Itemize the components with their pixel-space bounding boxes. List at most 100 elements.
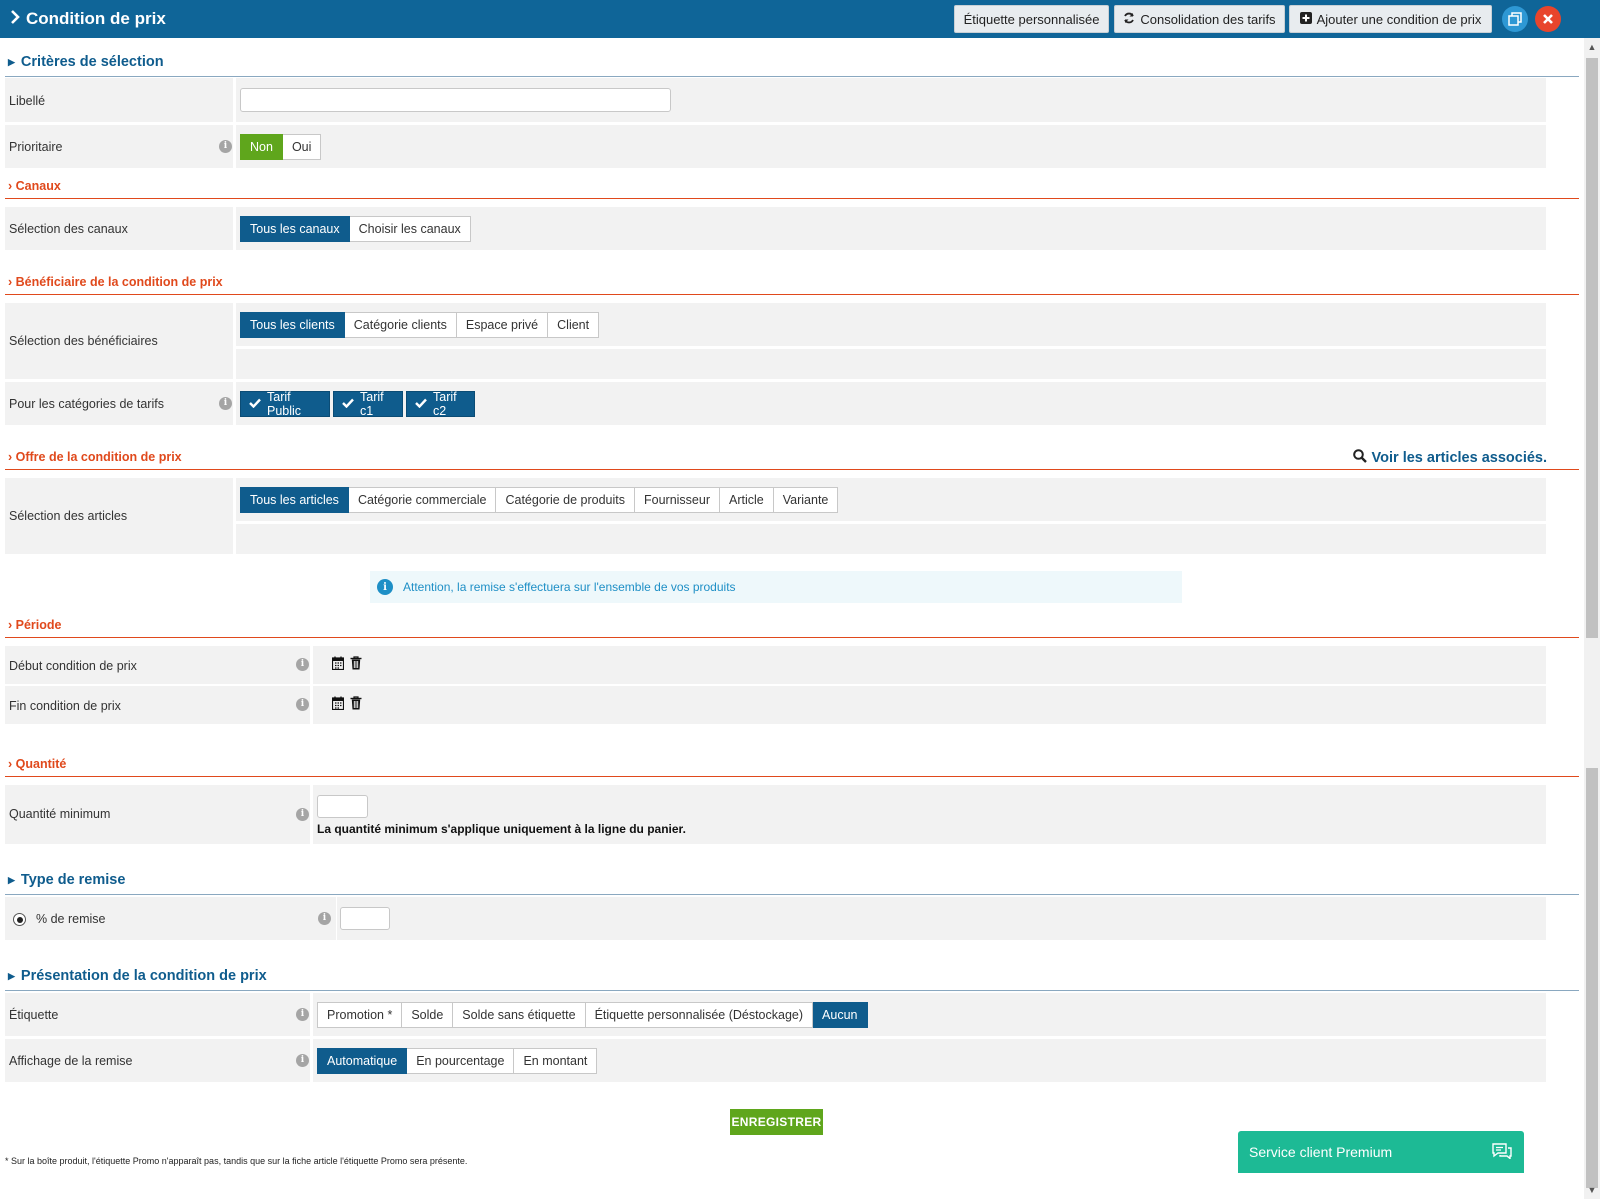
beneficiaire-heading: › Bénéficiaire de la condition de prix — [8, 275, 223, 289]
etiquette-option-solde-sans[interactable]: Solde sans étiquette — [453, 1002, 586, 1028]
remise-label-cell: % de remise — [5, 897, 336, 940]
remise-percent-input[interactable] — [340, 907, 390, 930]
trash-icon[interactable] — [350, 656, 362, 673]
tarif-c2-toggle[interactable]: Tarif c2 — [406, 390, 475, 418]
info-icon: i — [296, 1008, 309, 1021]
criteria-heading: ▶ Critères de sélection — [8, 54, 164, 70]
tarif-c1-toggle[interactable]: Tarif c1 — [333, 390, 403, 418]
scroll-down-icon[interactable]: ▼ — [1587, 1185, 1597, 1195]
beneficiaires-option-client[interactable]: Client — [548, 312, 600, 338]
add-condition-button[interactable]: Ajouter une condition de prix — [1289, 5, 1492, 33]
etiquette-option-promotion[interactable]: Promotion * — [317, 1002, 403, 1028]
divider — [5, 76, 1579, 77]
beneficiaires-label: Sélection des bénéficiaires — [9, 334, 158, 348]
affichage-option-amount[interactable]: En montant — [514, 1048, 598, 1074]
scrollbar[interactable]: ▲ ▼ — [1584, 38, 1600, 1199]
prioritaire-label: Prioritaire — [9, 140, 63, 154]
chat-widget[interactable]: Service client Premium — [1238, 1131, 1524, 1173]
beneficiaires-label-cell: Sélection des bénéficiaires — [5, 303, 233, 379]
window-icon[interactable] — [1502, 6, 1528, 32]
info-icon: i — [219, 397, 232, 410]
page-title: Condition de prix — [10, 9, 166, 29]
divider — [5, 776, 1579, 777]
articles-label-cell: Sélection des articles — [5, 478, 233, 554]
associated-articles-link[interactable]: Voir les articles associés. — [1352, 449, 1547, 467]
scrollbar-thumb-lower[interactable] — [1586, 768, 1598, 1188]
info-circle-icon: i — [377, 579, 393, 595]
canaux-heading: › Canaux — [8, 179, 61, 193]
divider — [5, 990, 1579, 991]
canaux-label-cell: Sélection des canaux — [5, 207, 233, 250]
etiquette-option-aucun[interactable]: Aucun — [813, 1002, 868, 1028]
trash-icon[interactable] — [350, 696, 362, 713]
info-icon: i — [296, 1054, 309, 1067]
offre-heading: › Offre de la condition de prix — [8, 450, 182, 464]
info-icon: i — [296, 658, 309, 671]
affichage-label: Affichage de la remise — [9, 1054, 133, 1068]
footnote: * Sur la boîte produit, l'étiquette Prom… — [5, 1156, 468, 1166]
tarifs-label: Pour les catégories de tarifs — [9, 397, 164, 411]
canaux-option-choose[interactable]: Choisir les canaux — [349, 216, 471, 242]
articles-option-all[interactable]: Tous les articles — [240, 487, 349, 513]
articles-option-variant[interactable]: Variante — [773, 487, 839, 513]
tarifs-label-cell: Pour les catégories de tarifs — [5, 382, 233, 425]
etiquette-option-custom[interactable]: Étiquette personnalisée (Déstockage) — [585, 1002, 814, 1028]
chevron-right-icon — [10, 9, 20, 29]
libelle-input[interactable] — [240, 88, 671, 112]
calendar-icon[interactable] — [331, 696, 345, 713]
beneficiaires-option-all[interactable]: Tous les clients — [240, 312, 345, 338]
remise-percent-radio[interactable] — [13, 913, 26, 926]
articles-selector: Tous les articles Catégorie commerciale … — [240, 487, 839, 513]
consolidation-button[interactable]: Consolidation des tarifs — [1114, 5, 1285, 33]
prioritaire-value-cell — [236, 125, 1546, 168]
quantite-label: Quantité minimum — [9, 807, 111, 821]
discount-alert: i Attention, la remise s'effectuera sur … — [370, 571, 1182, 603]
fin-label-cell: Fin condition de prix — [5, 686, 310, 724]
calendar-icon[interactable] — [331, 656, 345, 673]
debut-label-cell: Début condition de prix — [5, 646, 310, 684]
scroll-up-icon[interactable]: ▲ — [1587, 42, 1597, 52]
etiquette-label: Étiquette — [9, 1008, 59, 1022]
custom-label-button[interactable]: Étiquette personnalisée — [954, 5, 1109, 33]
etiquette-option-solde[interactable]: Solde — [402, 1002, 454, 1028]
presentation-heading: ▶ Présentation de la condition de prix — [8, 968, 267, 984]
articles-option-supplier[interactable]: Fournisseur — [635, 487, 720, 513]
search-icon — [1352, 449, 1367, 467]
affichage-option-auto[interactable]: Automatique — [317, 1048, 408, 1074]
check-icon — [342, 397, 354, 411]
refresh-icon — [1123, 12, 1135, 27]
etiquette-label-cell: Étiquette — [5, 993, 310, 1036]
prioritaire-option-oui[interactable]: Oui — [282, 134, 322, 160]
divider — [5, 198, 1579, 199]
beneficiaires-option-private[interactable]: Espace privé — [456, 312, 549, 338]
close-icon[interactable] — [1535, 6, 1561, 32]
prioritaire-label-cell: Prioritaire — [5, 125, 233, 168]
affichage-label-cell: Affichage de la remise — [5, 1039, 310, 1082]
articles-option-product-category[interactable]: Catégorie de produits — [496, 487, 635, 513]
beneficiaires-option-category[interactable]: Catégorie clients — [344, 312, 457, 338]
affichage-option-percent[interactable]: En pourcentage — [407, 1048, 515, 1074]
quantite-heading: › Quantité — [8, 757, 67, 771]
divider — [5, 637, 1579, 638]
fin-label: Fin condition de prix — [9, 699, 121, 713]
periode-heading: › Période — [8, 618, 62, 632]
caret-right-icon: ▶ — [8, 874, 15, 885]
quantite-input[interactable] — [317, 795, 368, 818]
page-title-text: Condition de prix — [26, 9, 166, 28]
divider — [5, 894, 1579, 895]
divider — [5, 294, 1579, 295]
chat-label: Service client Premium — [1249, 1144, 1393, 1160]
scrollbar-thumb[interactable] — [1586, 58, 1598, 638]
libelle-label-cell: Libellé — [5, 78, 233, 122]
info-icon: i — [296, 698, 309, 711]
remise-heading: ▶ Type de remise — [8, 872, 126, 888]
divider — [5, 469, 1579, 470]
canaux-option-all[interactable]: Tous les canaux — [240, 216, 350, 242]
articles-option-commercial[interactable]: Catégorie commerciale — [348, 487, 497, 513]
articles-option-article[interactable]: Article — [720, 487, 774, 513]
prioritaire-option-non[interactable]: Non — [240, 134, 283, 160]
debut-value-cell — [313, 646, 1546, 684]
libelle-label: Libellé — [9, 94, 46, 108]
save-button[interactable]: ENREGISTRER — [730, 1109, 823, 1135]
tarif-public-toggle[interactable]: Tarif Public — [240, 390, 330, 418]
